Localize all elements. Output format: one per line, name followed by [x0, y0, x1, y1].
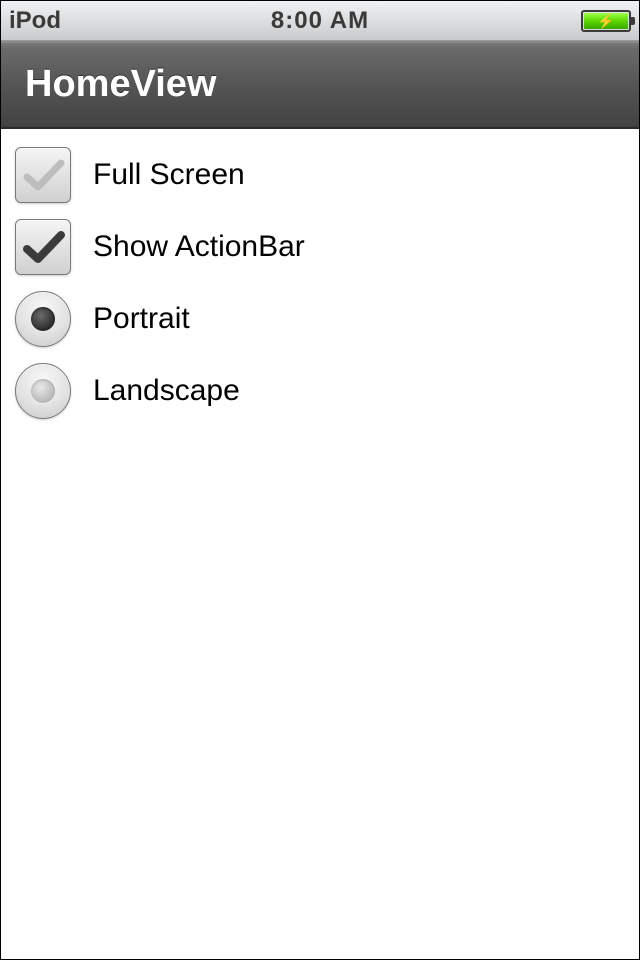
checkmark-icon	[21, 153, 65, 197]
content-area: Full Screen Show ActionBar Portrait Land…	[1, 129, 639, 453]
option-portrait: Portrait	[15, 291, 625, 347]
show-actionbar-checkbox[interactable]	[15, 219, 71, 275]
option-landscape: Landscape	[15, 363, 625, 419]
checkmark-icon	[21, 225, 65, 269]
battery-icon: ⚡	[581, 10, 631, 32]
full-screen-label: Full Screen	[93, 158, 245, 192]
full-screen-checkbox[interactable]	[15, 147, 71, 203]
show-actionbar-label: Show ActionBar	[93, 230, 305, 264]
landscape-label: Landscape	[93, 374, 240, 408]
portrait-label: Portrait	[93, 302, 190, 336]
radio-dot-selected-icon	[31, 307, 55, 331]
page-title: HomeView	[25, 63, 216, 106]
option-show-actionbar: Show ActionBar	[15, 219, 625, 275]
battery-indicator: ⚡	[424, 10, 631, 32]
radio-dot-unselected-icon	[31, 379, 55, 403]
clock-label: 8:00 AM	[216, 7, 423, 35]
status-bar: iPod 8:00 AM ⚡	[1, 1, 639, 41]
action-bar: HomeView	[1, 41, 639, 129]
device-label: iPod	[9, 7, 216, 35]
portrait-radio[interactable]	[15, 291, 71, 347]
option-full-screen: Full Screen	[15, 147, 625, 203]
landscape-radio[interactable]	[15, 363, 71, 419]
charging-icon: ⚡	[597, 14, 614, 28]
